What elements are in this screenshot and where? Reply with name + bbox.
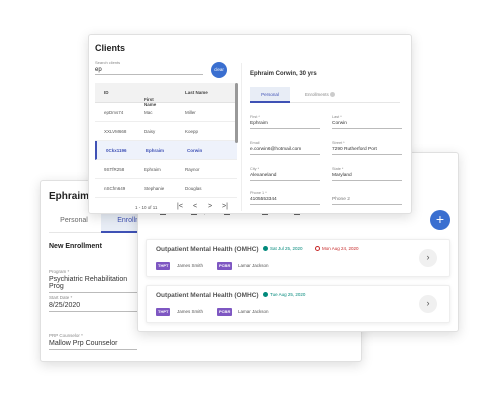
table-row-selected[interactable]: 0Ckx1196 Ephraim Corwin <box>95 141 237 160</box>
column-header-last-name[interactable]: Last Name <box>185 90 208 95</box>
cell-last-name: Douglas <box>185 186 202 191</box>
clear-button[interactable]: clear <box>211 62 227 78</box>
cell-first-name: Daisy <box>144 129 156 134</box>
cell-first-name: Stephanie <box>144 186 165 191</box>
state-label: State * <box>332 167 344 171</box>
enrollment-start-date: Sat Jul 25, 2020 <box>263 246 303 252</box>
prp-counselor-label: PRP Counselor * <box>49 333 83 338</box>
table-row[interactable]: 9STfR258 Ephraim Raynor <box>95 160 237 179</box>
city-label: City * <box>250 167 260 171</box>
start-date-field[interactable]: 8/25/2020 <box>49 302 137 312</box>
cell-last-name: Raynor <box>185 167 200 172</box>
street-label: Street * <box>332 141 345 145</box>
role-person: Lamar Jackson <box>238 263 269 268</box>
next-page-icon[interactable]: > <box>208 203 212 210</box>
city-field[interactable]: Alexaneland <box>250 173 320 181</box>
chevron-right-icon[interactable]: › <box>419 249 437 267</box>
cell-id: 9STfR258 <box>104 167 125 172</box>
enrollment-card[interactable]: Outpatient Mental Health (OMHC) Sat Jul … <box>146 239 450 277</box>
detail-tabs: Personal Enrollments <box>250 87 400 103</box>
enrollment-card-title: Outpatient Mental Health (OMHC) <box>156 292 259 299</box>
search-label: Search clients <box>95 60 121 65</box>
count-badge-icon <box>330 92 336 98</box>
cell-id: XXLVM668 <box>104 129 127 134</box>
tab-personal[interactable]: Personal <box>250 87 290 103</box>
table-row[interactable]: nSCfm649 Stephanie Douglas <box>95 179 237 198</box>
clients-panel: Clients Search clients clear ID First Na… <box>88 34 412 214</box>
start-date-label: Start Date * <box>49 295 73 300</box>
cell-first-name: Ephraim <box>144 167 161 172</box>
search-input[interactable] <box>95 66 203 75</box>
email-label: Email <box>250 141 260 145</box>
street-field[interactable]: 7290 Rutherford Port <box>332 147 402 155</box>
client-detail-title: Ephraim Corwin, 30 yrs <box>250 71 317 77</box>
enrollment-card[interactable]: Outpatient Mental Health (OMHC) Tue Aug … <box>146 285 450 323</box>
prev-page-icon[interactable]: < <box>193 203 197 210</box>
phone1-label: Phone 1 * <box>250 191 267 195</box>
end-date-text: Mon Aug 24, 2020 <box>322 246 359 251</box>
tab-enrollments-label: Enrollments <box>304 92 329 97</box>
start-dot-icon <box>263 292 268 298</box>
role-person: James Smith <box>177 263 204 268</box>
end-dot-icon <box>315 246 320 252</box>
add-enrollment-button[interactable]: + <box>430 210 450 230</box>
enrollment-end-date: Mon Aug 24, 2020 <box>315 246 359 252</box>
clients-table: ID First Name ↑ Last Name epDms74 Mac Mil… <box>95 83 237 201</box>
cell-first-name: Mac <box>144 110 153 115</box>
enrollment-card-title: Outpatient Mental Health (OMHC) <box>156 246 259 253</box>
phone1-field[interactable]: 4105553344 <box>250 197 320 205</box>
email-field[interactable]: e.corwin6@hotmail.com <box>250 147 320 155</box>
cell-id: 0Ckx1196 <box>106 148 127 153</box>
prp-counselor-select[interactable]: Mallow Prp Counselor <box>49 340 137 350</box>
cell-first-name: Ephraim <box>146 148 165 153</box>
client-detail-pane: Ephraim Corwin, 30 yrs Personal Enrollme… <box>241 63 407 211</box>
start-date-text: Sat Jul 25, 2020 <box>270 246 303 251</box>
start-dot-icon <box>263 246 268 252</box>
role-tag: THPT <box>156 308 171 316</box>
cell-id: nSCfm649 <box>104 186 126 191</box>
first-name-label: First * <box>250 115 260 119</box>
table-scrollbar[interactable] <box>235 83 238 143</box>
cell-last-name: Koepp <box>185 129 199 134</box>
last-name-field[interactable]: Corwin <box>332 121 402 129</box>
enrollment-start-date: Tue Aug 25, 2020 <box>263 292 306 298</box>
role-tag: THPT <box>156 262 171 270</box>
role-person: Lamar Jackson <box>238 309 269 314</box>
role-tag: PCBR <box>217 308 233 316</box>
table-row[interactable]: epDms74 Mac Miller <box>95 103 237 122</box>
role-tag: PCBR <box>217 262 233 270</box>
last-page-icon[interactable]: >| <box>222 203 228 210</box>
role-person: James Smith <box>177 309 204 314</box>
first-name-field[interactable]: Ephraim <box>250 121 320 129</box>
cell-last-name: Miller <box>185 110 196 115</box>
last-name-label: Last * <box>332 115 342 119</box>
start-date-text: Tue Aug 25, 2020 <box>270 292 306 297</box>
new-enrollment-heading: New Enrollment <box>49 243 102 250</box>
program-select[interactable]: Psychiatric Rehabilitation Prog <box>49 276 141 293</box>
table-header: ID First Name ↑ Last Name <box>95 83 237 107</box>
cell-last-name: Corwin <box>187 148 203 153</box>
clients-title: Clients <box>95 43 126 53</box>
state-field[interactable]: Maryland <box>332 173 402 181</box>
first-page-icon[interactable]: |< <box>177 203 183 210</box>
sort-arrow-icon: ↑ <box>146 97 149 102</box>
cell-id: epDms74 <box>104 110 124 115</box>
tab-enrollments[interactable]: Enrollments <box>290 87 350 103</box>
phone2-field[interactable]: Phone 2 <box>332 197 402 205</box>
column-header-id[interactable]: ID <box>104 90 109 95</box>
chevron-right-icon[interactable]: › <box>419 295 437 313</box>
program-label: Program * <box>49 269 70 274</box>
table-row[interactable]: XXLVM668 Daisy Koepp <box>95 122 237 141</box>
pagination-text: 1 - 10 of 11 <box>135 205 158 210</box>
